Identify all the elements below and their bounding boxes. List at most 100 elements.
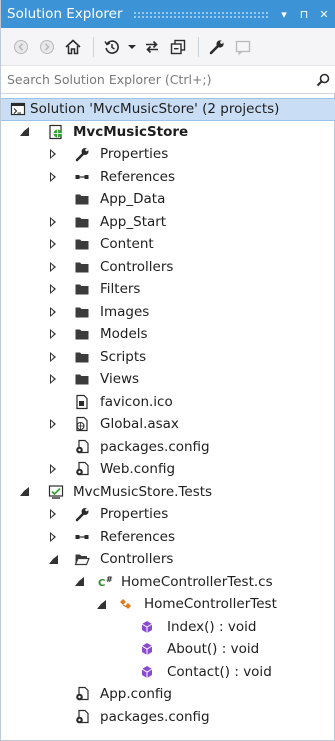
expand-arrow-icon[interactable] xyxy=(48,238,58,250)
history-dropdown-button[interactable] xyxy=(126,35,138,59)
window-position-dropdown-icon[interactable]: ▾ xyxy=(276,4,292,24)
tree-item-file[interactable]: packages.config xyxy=(1,436,335,459)
tree-item-properties[interactable]: Properties xyxy=(1,143,335,166)
back-button[interactable] xyxy=(9,35,33,59)
tree-item-project[interactable]: MvcMusicStore xyxy=(1,121,335,144)
config-file-icon xyxy=(73,685,91,703)
collapse-arrow-icon[interactable] xyxy=(74,576,84,588)
folder-icon xyxy=(73,190,91,208)
search-box[interactable] xyxy=(1,66,335,94)
references-icon xyxy=(73,528,91,546)
expand-arrow-icon[interactable] xyxy=(48,171,58,183)
sync-button[interactable] xyxy=(140,35,164,59)
expand-arrow-icon[interactable] xyxy=(48,508,58,520)
folder-open-icon xyxy=(73,550,91,568)
tree-item-method[interactable]: Contact() : void xyxy=(1,661,335,684)
tree-item-method[interactable]: About() : void xyxy=(1,638,335,661)
tree-item-label: Controllers xyxy=(100,258,174,275)
tree-item-folder[interactable]: App_Start xyxy=(1,211,335,234)
tree-item-label: References xyxy=(100,528,176,545)
expand-arrow-icon[interactable] xyxy=(48,351,58,363)
tree-item-label: Global.asax xyxy=(100,416,179,433)
tree-item-references[interactable]: References xyxy=(1,166,335,189)
collapse-arrow-icon[interactable] xyxy=(48,553,58,565)
collapse-all-button[interactable] xyxy=(166,35,190,59)
references-icon xyxy=(73,168,91,186)
tree-item-folder-open[interactable]: Controllers xyxy=(1,548,335,571)
class-icon xyxy=(118,595,136,613)
config-file-icon xyxy=(73,438,91,456)
home-button[interactable] xyxy=(61,35,85,59)
tree-item-label: Filters xyxy=(100,281,141,298)
tree-item-folder[interactable]: Models xyxy=(1,323,335,346)
tree-item-file[interactable]: App.config xyxy=(1,683,335,706)
solution-tree: Solution 'MvcMusicStore' (2 projects) Mv… xyxy=(1,98,335,728)
expand-arrow-icon[interactable] xyxy=(48,373,58,385)
config-file-icon xyxy=(73,708,91,726)
tree-item-file[interactable]: favicon.ico xyxy=(1,391,335,414)
drag-grip[interactable] xyxy=(132,10,268,18)
expand-arrow-icon[interactable] xyxy=(48,216,58,228)
folder-icon xyxy=(73,303,91,321)
expand-arrow-icon[interactable] xyxy=(48,418,58,430)
method-icon xyxy=(138,640,156,658)
tree-item-label: About() : void xyxy=(167,641,260,658)
collapse-arrow-icon[interactable] xyxy=(19,486,29,498)
folder-icon xyxy=(73,348,91,366)
tree-item-file[interactable]: Global.asax xyxy=(1,413,335,436)
expand-arrow-icon[interactable] xyxy=(48,328,58,340)
tree-item-folder[interactable]: App_Data xyxy=(1,188,335,211)
tree-item-file[interactable]: packages.config xyxy=(1,706,335,729)
expand-arrow-icon[interactable] xyxy=(48,463,58,475)
tree-item-label: Solution 'MvcMusicStore' (2 projects) xyxy=(30,101,280,118)
tree-item-folder[interactable]: Views xyxy=(1,368,335,391)
tree-item-folder[interactable]: Content xyxy=(1,233,335,256)
tree-item-file[interactable]: Web.config xyxy=(1,458,335,481)
forward-button[interactable] xyxy=(35,35,59,59)
expand-arrow-icon[interactable] xyxy=(48,306,58,318)
search-input[interactable] xyxy=(7,72,310,87)
tree-item-label: MvcMusicStore xyxy=(73,123,189,140)
wrench-icon xyxy=(73,145,91,163)
search-button[interactable] xyxy=(310,69,335,91)
tree-item-folder[interactable]: Controllers xyxy=(1,256,335,279)
back-icon xyxy=(14,39,28,54)
svg-text:#: # xyxy=(106,575,113,584)
home-icon xyxy=(65,38,81,54)
expand-arrow-icon[interactable] xyxy=(48,148,58,160)
tree-item-folder[interactable]: Filters xyxy=(1,278,335,301)
tree-item-label: HomeControllerTest.cs xyxy=(121,573,273,590)
expand-arrow-icon[interactable] xyxy=(48,531,58,543)
tree-item-label: packages.config xyxy=(100,438,210,455)
search-icon xyxy=(316,73,330,86)
tree-item-properties[interactable]: Properties xyxy=(1,503,335,526)
tree-item-label: Index() : void xyxy=(167,618,257,635)
properties-button[interactable] xyxy=(205,35,229,59)
tree-item-solution[interactable]: Solution 'MvcMusicStore' (2 projects) xyxy=(1,98,335,121)
dropdown-icon xyxy=(128,44,136,49)
wrench-icon xyxy=(73,505,91,523)
preview-button[interactable] xyxy=(231,35,255,59)
auto-hide-pin-icon[interactable]: ⊓ xyxy=(296,4,312,24)
history-button[interactable] xyxy=(100,35,124,59)
tree-item-method[interactable]: Index() : void xyxy=(1,616,335,639)
expand-arrow-icon[interactable] xyxy=(48,261,58,273)
image-file-icon xyxy=(73,393,91,411)
collapse-arrow-icon[interactable] xyxy=(96,598,106,610)
collapse-arrow-icon[interactable] xyxy=(19,126,29,138)
tree-item-label: HomeControllerTest xyxy=(144,596,277,613)
close-icon[interactable]: ✕ xyxy=(316,4,332,24)
toolbar xyxy=(1,28,335,66)
tree-item-folder[interactable]: Images xyxy=(1,301,335,324)
tree-item-folder[interactable]: Scripts xyxy=(1,346,335,369)
tree-item-label: Images xyxy=(100,303,150,320)
sync-icon xyxy=(146,40,158,53)
tree-item-references[interactable]: References xyxy=(1,526,335,549)
config-file-icon xyxy=(73,460,91,478)
tree-item-project[interactable]: MvcMusicStore.Tests xyxy=(1,481,335,504)
tree-item-class[interactable]: HomeControllerTest xyxy=(1,593,335,616)
title-bar: Solution Explorer ▾ ⊓ ✕ xyxy=(1,0,335,28)
tree-item-file[interactable]: C # HomeControllerTest.cs xyxy=(1,571,335,594)
web-project-icon xyxy=(47,123,65,141)
expand-arrow-icon[interactable] xyxy=(48,283,58,295)
